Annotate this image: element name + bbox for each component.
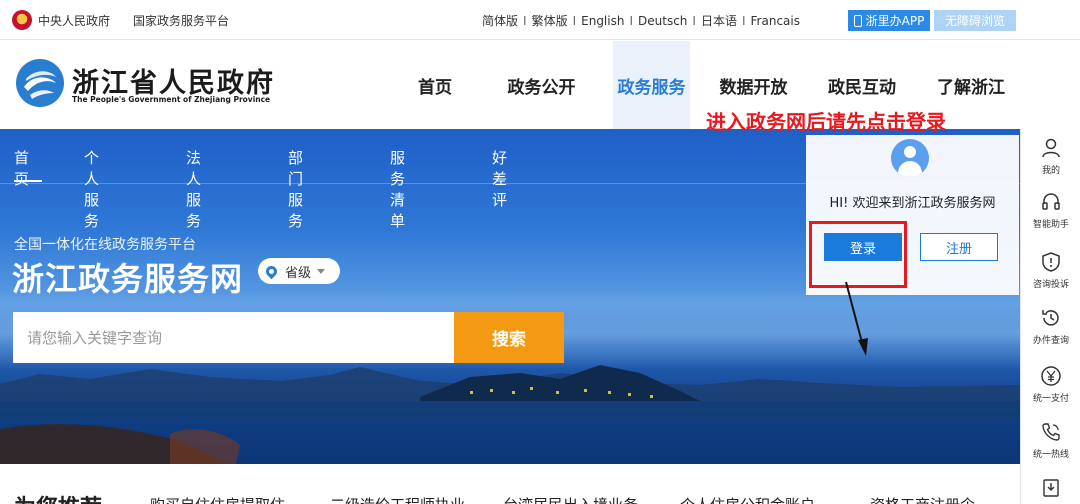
lang-separator: I [572,14,577,28]
subnav-department-services[interactable]: 部门服务 [288,147,303,231]
sidebar-label: 办件查询 [1032,336,1069,346]
user-icon [1042,138,1060,158]
lang-simplified[interactable]: 简体版 [482,14,518,28]
lang-traditional[interactable]: 繁体版 [532,14,568,28]
sidebar-item-assistant[interactable]: 智能助手 [1021,191,1080,230]
shield-alert-icon [1042,252,1060,272]
subnav-rating[interactable]: 好差评 [492,147,507,210]
lang-separator: I [741,14,746,28]
sidebar-item-hotline[interactable]: 统一热线 [1021,421,1080,460]
nav-home[interactable]: 首页 [400,41,470,129]
right-sidebar: 我的 智能助手 咨询投诉 办件查询 统一支付 统一热线 [1020,129,1080,504]
site-subtitle: The People's Government of Zhejiang Prov… [72,95,271,104]
location-pin-icon [263,263,280,279]
lang-german[interactable]: Deutsch [638,14,687,28]
recommend-link[interactable]: 购买自住住房提取住 [150,494,285,504]
nav-gov-services[interactable]: 政务服务 [613,41,690,129]
phone-icon [1042,423,1060,441]
recommend-link[interactable]: 二级造价工程师执业 [330,494,465,504]
recommend-section: 为您推荐 购买自住住房提取住 二级造价工程师执业 台湾居民出入境业务 个人住房公… [0,464,1020,504]
yen-icon [1041,366,1061,386]
language-switcher: 简体版 I 繁体版 I English I Deutsch I 日本语 I Francais [482,12,800,29]
nav-gov-affairs[interactable]: 政务公开 [470,41,613,129]
sidebar-label: 智能助手 [1032,220,1069,230]
central-gov-label: 中央人民政府 [38,13,111,28]
recommend-link[interactable]: 台湾居民出入境业务 [503,494,638,504]
subnav-personal-services[interactable]: 个人服务 [84,147,99,231]
lang-french[interactable]: Francais [751,14,800,28]
sidebar-label: 咨询投诉 [1032,280,1069,290]
register-button[interactable]: 注册 [920,233,998,261]
welcome-text: HI! 欢迎来到浙江政务服务网 [829,196,996,211]
national-emblem-icon [12,10,32,30]
subnav-service-list[interactable]: 服务清单 [390,147,405,231]
lang-japanese[interactable]: 日本语 [701,14,737,28]
accessibility-button[interactable]: 无障碍浏览 [934,10,1016,31]
lang-english[interactable]: English [581,14,624,28]
annotation-text: 进入政务网后请先点击登录 [706,110,946,134]
national-platform-link[interactable]: 国家政务服务平台 [133,12,229,29]
sidebar-item-download[interactable] [1021,477,1080,499]
sidebar-item-mine[interactable]: 我的 [1021,137,1080,176]
recommend-link[interactable]: 资格工商注册企 [870,494,975,504]
app-button-label: 浙里办APP [865,14,925,28]
headset-icon [1042,193,1060,210]
sidebar-label: 统一支付 [1032,394,1069,404]
sidebar-item-payment[interactable]: 统一支付 [1021,365,1080,404]
app-download-button[interactable]: 浙里办APP [848,10,930,31]
central-gov-link[interactable]: 中央人民政府 [12,10,110,30]
sidebar-item-complaint[interactable]: 咨询投诉 [1021,251,1080,290]
chevron-down-icon [317,268,326,274]
download-icon [1043,479,1059,497]
top-bar: 中央人民政府 国家政务服务平台 简体版 I 繁体版 I English I Deutsch I… [0,0,1080,40]
platform-subtitle: 全国一体化在线政务服务平台 [14,237,196,253]
level-selector[interactable]: 省级 [258,258,340,284]
sidebar-label: 我的 [1041,166,1060,176]
recommend-link[interactable]: 个人住房公积金账户 [680,494,815,504]
search-input[interactable] [13,312,454,363]
level-value: 省级 [285,265,312,281]
search-button[interactable]: 搜索 [454,312,564,363]
avatar-icon [891,139,929,177]
history-icon [1042,310,1059,326]
sidebar-label: 统一热线 [1032,450,1069,460]
sidebar-item-query[interactable]: 办件查询 [1021,307,1080,346]
lang-separator: I [692,14,696,28]
phone-icon [853,14,862,27]
lang-separator: I [629,14,634,28]
zhejiang-logo-icon[interactable] [14,57,66,109]
subnav-corporate-services[interactable]: 法人服务 [186,147,201,231]
platform-title: 浙江政务服务网 [12,260,244,298]
subnav-active-underline [14,180,42,182]
annotation-highlight-box [809,221,907,288]
recommend-title: 为您推荐 [14,490,102,504]
lang-separator: I [523,14,527,28]
